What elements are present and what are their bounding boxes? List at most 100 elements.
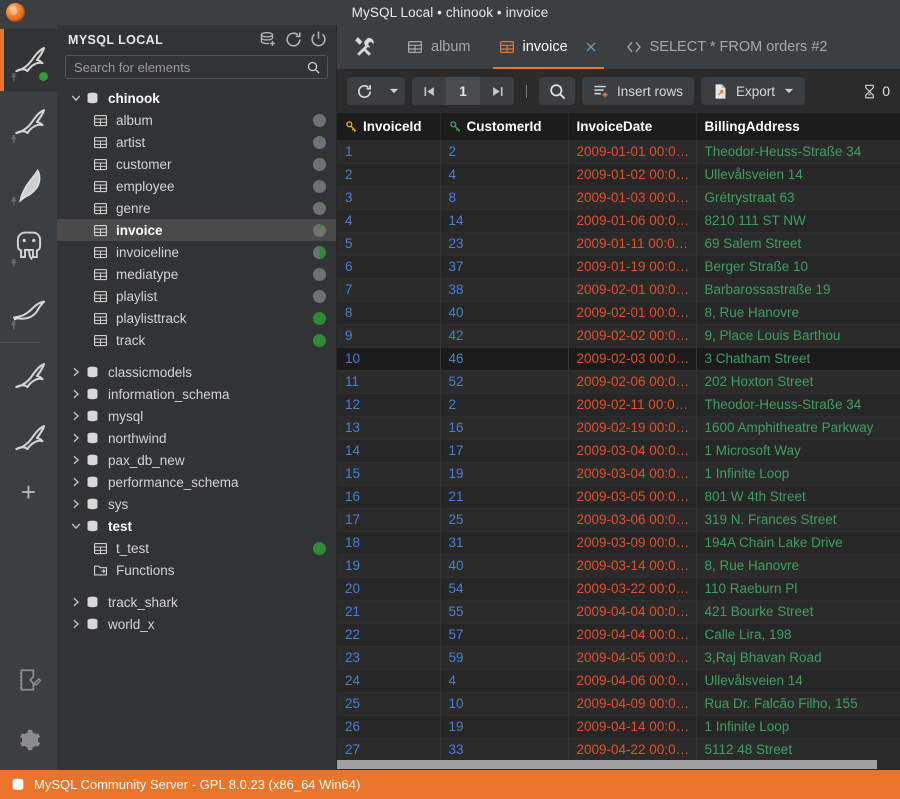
table-row[interactable]: 16 21 2009-03-05 00:00:00 801 W 4th Street [337, 485, 900, 509]
table-row[interactable]: 25 10 2009-04-09 00:00:00 Rua Dr. Falcão Fi… [337, 692, 900, 716]
grid-cell[interactable]: 2009-04-04 00:00:00 [568, 600, 697, 624]
grid-cell[interactable]: 8 [440, 186, 569, 210]
grid-cell[interactable]: 10 [337, 347, 441, 371]
grid-cell[interactable]: 31 [440, 531, 569, 555]
grid-cell[interactable]: Ullevålsveien 14 [696, 163, 900, 187]
last-page-button[interactable] [480, 77, 514, 105]
table-row[interactable]: 21 55 2009-04-04 00:00:00 421 Bourke Street [337, 600, 900, 624]
grid-cell[interactable]: 69 Salem Street [696, 232, 900, 256]
grid-cell[interactable]: 1 [337, 140, 441, 164]
tree-table-mediatype[interactable]: mediatype [57, 263, 336, 285]
table-row[interactable]: 3 8 2009-01-03 00:00:00 Grétrystraat 63 [337, 186, 900, 210]
grid-cell[interactable]: Ullevålsveien 14 [696, 669, 900, 693]
grid-cell[interactable]: 1 Infinite Loop [696, 462, 900, 486]
grid-cell[interactable]: 55 [440, 600, 569, 624]
rail-connection-mysql-local[interactable] [0, 29, 57, 91]
pin-icon[interactable] [8, 134, 21, 147]
grid-cell[interactable]: 194A Chain Lake Drive [696, 531, 900, 555]
tree-folder-Functions[interactable]: Functions [57, 559, 336, 581]
tree-database-world_x[interactable]: world_x [57, 613, 336, 635]
grid-cell[interactable]: 46 [440, 347, 569, 371]
refresh-data-button[interactable] [347, 77, 381, 105]
grid-cell[interactable]: 9, Place Louis Barthou [696, 324, 900, 348]
grid-cell[interactable]: 2009-02-06 00:00:00 [568, 370, 697, 394]
grid-cell[interactable]: 59 [440, 646, 569, 670]
grid-cell[interactable]: 8, Rue Hanovre [696, 301, 900, 325]
pin-icon[interactable] [8, 258, 21, 271]
grid-cell[interactable]: Grétrystraat 63 [696, 186, 900, 210]
grid-cell[interactable]: 2009-01-11 00:00:00 [568, 232, 697, 256]
expand-toggle[interactable] [69, 365, 83, 379]
expand-toggle[interactable] [69, 431, 83, 445]
grid-cell[interactable]: 2009-03-06 00:00:00 [568, 508, 697, 532]
tree-database-pax_db_new[interactable]: pax_db_new [57, 449, 336, 471]
tree-table-t_test[interactable]: t_test [57, 537, 336, 559]
table-row[interactable]: 2 4 2009-01-02 00:00:00 Ullevålsveien 14 [337, 163, 900, 187]
grid-cell[interactable]: 2009-02-19 00:00:00 [568, 416, 697, 440]
grid-cell[interactable]: 8 [337, 301, 441, 325]
rail-connection-mariadb[interactable] [0, 277, 57, 339]
grid-cell[interactable]: 4 [440, 669, 569, 693]
grid-column-header-InvoiceDate[interactable]: InvoiceDate [568, 113, 697, 140]
grid-cell[interactable]: 1 Microsoft Way [696, 439, 900, 463]
grid-cell[interactable]: 2009-01-06 00:00:00 [568, 209, 697, 233]
expand-toggle[interactable] [69, 519, 83, 533]
insert-rows-button[interactable]: Insert rows [582, 77, 695, 105]
tree-table-employee[interactable]: employee [57, 175, 336, 197]
grid-cell[interactable]: 2009-02-01 00:00:00 [568, 301, 697, 325]
grid-cell[interactable]: 2009-02-01 00:00:00 [568, 278, 697, 302]
first-page-button[interactable] [412, 77, 446, 105]
grid-cell[interactable]: 1 Infinite Loop [696, 715, 900, 739]
grid-cell[interactable]: Barbarossastraße 19 [696, 278, 900, 302]
export-button[interactable]: Export [701, 77, 806, 105]
grid-cell[interactable]: 2009-04-22 00:00:00 [568, 738, 697, 758]
close-icon[interactable] [584, 40, 598, 54]
notes-button[interactable] [0, 650, 57, 710]
grid-cell[interactable]: 2 [440, 393, 569, 417]
grid-cell[interactable]: 25 [337, 692, 441, 716]
data-grid[interactable]: InvoiceId CustomerId InvoiceDate BillingAdd… [337, 113, 900, 758]
grid-cell[interactable]: 2009-03-14 00:00:00 [568, 554, 697, 578]
grid-cell[interactable]: 40 [440, 554, 569, 578]
tree-table-artist[interactable]: artist [57, 131, 336, 153]
grid-cell[interactable]: 801 W 4th Street [696, 485, 900, 509]
tree-table-album[interactable]: album [57, 109, 336, 131]
grid-cell[interactable]: 33 [440, 738, 569, 758]
grid-cell[interactable]: 2009-04-09 00:00:00 [568, 692, 697, 716]
power-icon[interactable] [309, 30, 328, 49]
rail-connection-mysql-4[interactable] [0, 407, 57, 469]
grid-cell[interactable]: Berger Straße 10 [696, 255, 900, 279]
grid-cell[interactable]: 21 [337, 600, 441, 624]
grid-cell[interactable]: 2009-03-04 00:00:00 [568, 462, 697, 486]
table-row[interactable]: 7 38 2009-02-01 00:00:00 Barbarossastraße 1… [337, 278, 900, 302]
grid-cell[interactable]: 14 [440, 209, 569, 233]
table-row[interactable]: 13 16 2009-02-19 00:00:00 1600 Amphitheatre… [337, 416, 900, 440]
grid-column-header-CustomerId[interactable]: CustomerId [440, 113, 569, 140]
grid-cell[interactable]: 4 [337, 209, 441, 233]
grid-cell[interactable]: 2009-01-01 00:00:00 [568, 140, 697, 164]
scrollbar-thumb[interactable] [337, 760, 878, 769]
pin-icon[interactable] [8, 72, 21, 85]
grid-cell[interactable]: 2009-04-04 00:00:00 [568, 623, 697, 647]
table-row[interactable]: 27 33 2009-04-22 00:00:00 5112 48 Street [337, 738, 900, 758]
grid-cell[interactable]: 17 [440, 439, 569, 463]
search-box[interactable] [65, 55, 328, 79]
rail-connection-sqlite[interactable] [0, 153, 57, 215]
tree-database-sys[interactable]: sys [57, 493, 336, 515]
tree-database-performance_schema[interactable]: performance_schema [57, 471, 336, 493]
grid-cell[interactable]: 23 [440, 232, 569, 256]
grid-cell[interactable]: 2009-04-05 00:00:00 [568, 646, 697, 670]
tree-database-northwind[interactable]: northwind [57, 427, 336, 449]
grid-cell[interactable]: 15 [337, 462, 441, 486]
grid-cell[interactable]: 57 [440, 623, 569, 647]
table-row[interactable]: 24 4 2009-04-06 00:00:00 Ullevålsveien 14 [337, 669, 900, 693]
grid-cell[interactable]: 40 [440, 301, 569, 325]
grid-cell[interactable]: 2009-01-02 00:00:00 [568, 163, 697, 187]
table-row[interactable]: 17 25 2009-03-06 00:00:00 319 N. Frances St… [337, 508, 900, 532]
grid-column-header-InvoiceId[interactable]: InvoiceId [337, 113, 441, 140]
grid-cell[interactable]: 2009-03-09 00:00:00 [568, 531, 697, 555]
grid-cell[interactable]: 14 [337, 439, 441, 463]
tree-table-invoice[interactable]: invoice [57, 219, 336, 241]
grid-cell[interactable]: 19 [440, 462, 569, 486]
table-row[interactable]: 6 37 2009-01-19 00:00:00 Berger Straße 10 [337, 255, 900, 279]
